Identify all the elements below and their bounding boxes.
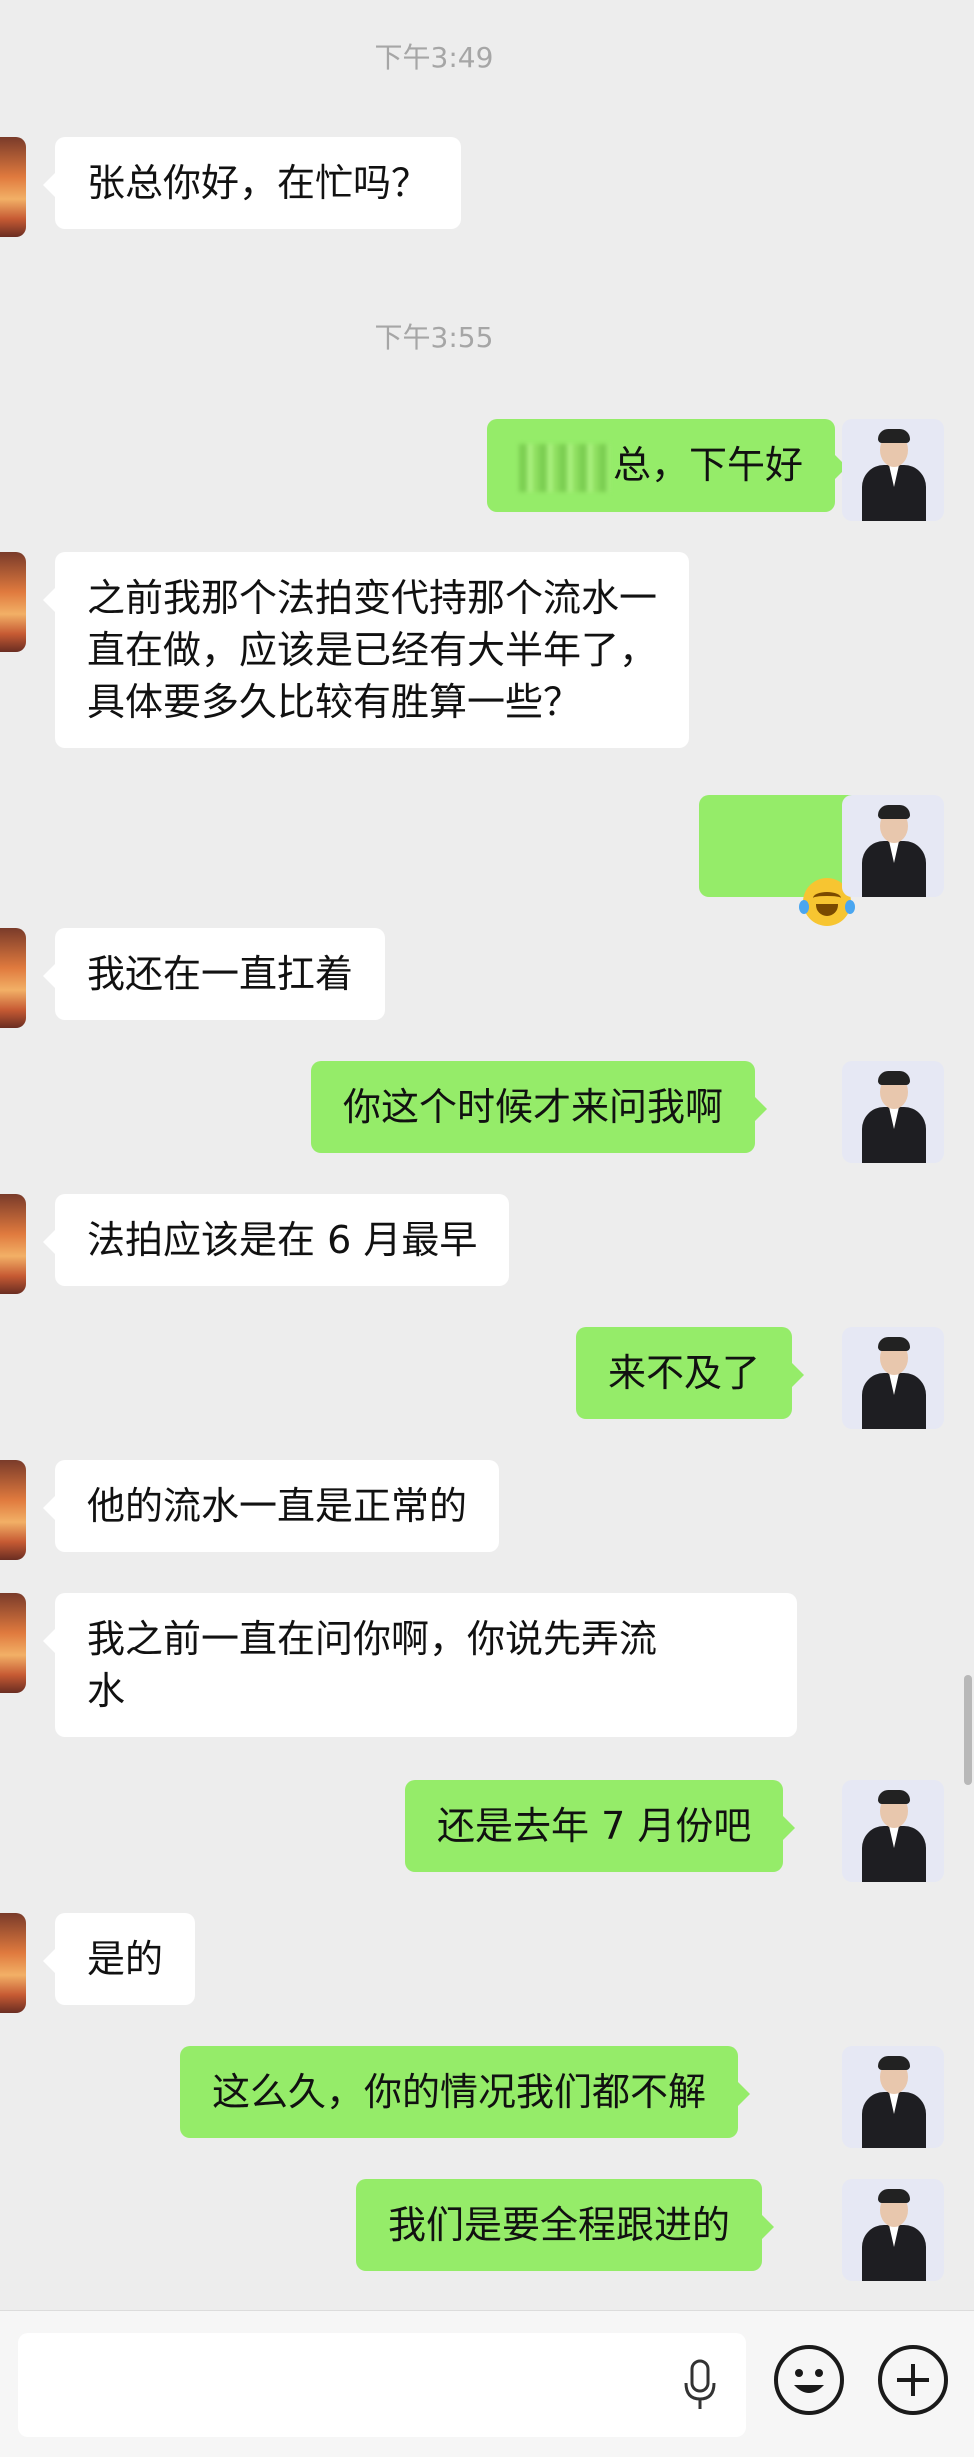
contact-avatar[interactable] (0, 137, 26, 237)
outgoing-message[interactable]: 总，下午好 (487, 419, 848, 512)
incoming-message[interactable]: 法拍应该是在 6 月最早 (42, 1194, 510, 1286)
user-avatar[interactable] (842, 1780, 944, 1882)
outgoing-message[interactable]: 来不及了 (576, 1327, 805, 1419)
chat-area[interactable]: 下午3:49 张总你好，在忙吗？ 下午3:55 总，下午好 之前我那个法拍变代持… (0, 0, 974, 2310)
contact-avatar[interactable] (0, 1460, 26, 1560)
timestamp: 下午3:55 (374, 321, 494, 354)
outgoing-message[interactable]: 这么久，你的情况我们都不解 (180, 2046, 751, 2138)
timestamp: 下午3:49 (374, 41, 494, 74)
scrollbar[interactable] (964, 1675, 972, 1785)
outgoing-message[interactable]: 你这个时候才来问我啊 (311, 1061, 768, 1153)
more-button[interactable] (878, 2345, 948, 2415)
outgoing-message[interactable]: 我们是要全程跟进的 (356, 2179, 775, 2271)
user-avatar[interactable] (842, 1061, 944, 1163)
plus-icon (897, 2364, 929, 2396)
message-text: 总，下午好 (613, 443, 804, 487)
incoming-message[interactable]: 是的 (42, 1913, 196, 2005)
user-avatar[interactable] (842, 795, 944, 897)
message-input[interactable] (18, 2333, 746, 2437)
incoming-message[interactable]: 之前我那个法拍变代持那个流水一 直在做，应该是已经有大半年了， 具体要多久比较有… (42, 552, 690, 748)
redacted-name (519, 443, 609, 492)
incoming-message[interactable]: 他的流水一直是正常的 (42, 1460, 500, 1552)
microphone-icon[interactable] (680, 2357, 720, 2413)
emoji-button[interactable] (774, 2345, 844, 2415)
contact-avatar[interactable] (0, 1194, 26, 1294)
incoming-message[interactable]: 我之前一直在问你啊，你说先弄流 水 (43, 1593, 797, 1737)
contact-avatar[interactable] (0, 552, 26, 652)
input-bar (0, 2310, 974, 2457)
incoming-message[interactable]: 张总你好，在忙吗？ (42, 137, 462, 229)
user-avatar[interactable] (842, 2046, 944, 2148)
user-avatar[interactable] (842, 419, 944, 521)
user-avatar[interactable] (842, 2179, 944, 2281)
incoming-message[interactable]: 我还在一直扛着 (42, 928, 386, 1020)
outgoing-message[interactable]: 还是去年 7 月份吧 (405, 1780, 796, 1872)
emoji-icon (794, 2369, 824, 2393)
user-avatar[interactable] (842, 1327, 944, 1429)
contact-avatar[interactable] (0, 1913, 26, 2013)
contact-avatar[interactable] (0, 1593, 26, 1693)
contact-avatar[interactable] (0, 928, 26, 1028)
